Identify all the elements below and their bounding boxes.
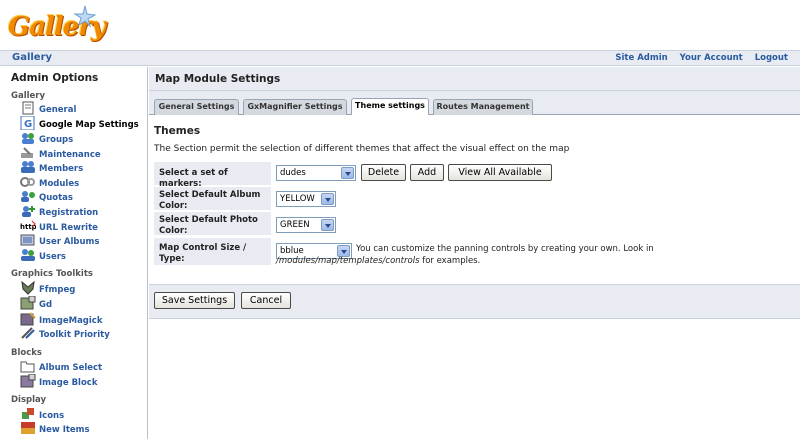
sidebar-item-label: Modules bbox=[39, 179, 80, 189]
user-albums-icon bbox=[20, 234, 35, 246]
tab-gxmagnifier-settings[interactable]: GxMagnifier Settings bbox=[243, 99, 347, 115]
gd-icon bbox=[20, 296, 36, 310]
main-header: Map Module Settings bbox=[149, 67, 800, 91]
general-icon bbox=[22, 101, 34, 115]
tab-routes-management[interactable]: Routes Management bbox=[433, 99, 533, 115]
control-size-hint-line2: /modules/map/templates/controls for exam… bbox=[276, 255, 480, 267]
photo-color-select-value: GREEN bbox=[280, 220, 310, 230]
markers-select[interactable]: dudes bbox=[276, 165, 356, 181]
album-color-select[interactable]: YELLOW bbox=[276, 191, 336, 207]
section-title: Themes bbox=[154, 125, 201, 137]
registration-icon bbox=[22, 206, 35, 217]
main-content: Map Module Settings General Settings GxM… bbox=[149, 67, 800, 439]
tab-bar: General Settings GxMagnifier Settings Th… bbox=[149, 91, 800, 115]
photo-color-row: Select Default Photo Color: GREEN bbox=[154, 212, 794, 236]
sidebar-item-label: Album Select bbox=[39, 363, 103, 373]
sidebar-item-label: ImageMagick bbox=[39, 316, 103, 326]
album-color-label: Select Default Album Color: bbox=[154, 187, 271, 211]
markers-select-value: dudes bbox=[280, 168, 306, 178]
user-links: Site Admin Your Account Logout bbox=[606, 53, 788, 63]
album-select-icon bbox=[20, 361, 35, 373]
quotas-icon bbox=[21, 191, 35, 202]
sidebar-item-label: Toolkit Priority bbox=[39, 330, 110, 340]
sidebar-title: Admin Options bbox=[11, 72, 99, 84]
control-size-label: Map Control Size / Type: bbox=[154, 238, 271, 265]
svg-text:G: G bbox=[24, 119, 32, 130]
sidebar-group-blocks: Blocks bbox=[11, 348, 42, 358]
sidebar-item-label: New Items bbox=[39, 425, 90, 435]
cancel-button[interactable]: Cancel bbox=[241, 292, 291, 309]
sidebar-item-label: General bbox=[39, 105, 77, 115]
sidebar-item-label: Ffmpeg bbox=[39, 285, 76, 295]
sidebar-item-label: URL Rewrite bbox=[39, 223, 98, 233]
modules-icon bbox=[20, 177, 35, 187]
logo-sparkle-icon bbox=[73, 5, 97, 28]
control-size-hint-text: You can customize the panning controls b… bbox=[356, 244, 654, 254]
sidebar: Admin Options Gallery General G Google M… bbox=[0, 67, 148, 439]
sidebar-item-label: Users bbox=[39, 252, 66, 262]
controls-path: /modules/map/templates/controls bbox=[276, 256, 420, 266]
photo-color-label: Select Default Photo Color: bbox=[154, 212, 271, 236]
maintenance-icon bbox=[21, 147, 33, 158]
members-icon bbox=[21, 161, 35, 173]
sidebar-item-label: Icons bbox=[39, 411, 65, 421]
header-bar: Gallery bbox=[0, 0, 800, 50]
tab-theme-settings[interactable]: Theme settings bbox=[351, 98, 429, 115]
chevron-down-icon bbox=[321, 219, 334, 231]
your-account-link[interactable]: Your Account bbox=[680, 53, 743, 63]
add-button[interactable]: Add bbox=[410, 164, 444, 181]
gallery-logo[interactable]: Gallery bbox=[8, 5, 106, 46]
google-map-icon: G bbox=[20, 116, 35, 130]
sidebar-item-label: Gd bbox=[39, 300, 53, 310]
new-items-icon bbox=[21, 422, 35, 434]
view-all-available-button[interactable]: View All Available bbox=[448, 164, 552, 181]
site-admin-link[interactable]: Site Admin bbox=[615, 53, 667, 63]
users-icon bbox=[21, 249, 35, 261]
save-settings-button[interactable]: Save Settings bbox=[154, 292, 235, 309]
chevron-down-icon bbox=[321, 193, 334, 205]
sidebar-item-label: Members bbox=[39, 164, 84, 174]
markers-row: Select a set of markers: dudes Delete Ad… bbox=[154, 162, 794, 189]
photo-color-select[interactable]: GREEN bbox=[276, 217, 336, 233]
top-nav-bar: Gallery Site Admin Your Account Logout bbox=[0, 50, 800, 66]
sidebar-group-gallery: Gallery bbox=[11, 91, 46, 101]
sidebar-item-label: Groups bbox=[39, 135, 74, 145]
section-description: The Section permit the selection of diff… bbox=[154, 144, 570, 154]
page-title: Map Module Settings bbox=[155, 73, 281, 85]
form-actions: Save Settings Cancel bbox=[149, 285, 800, 319]
icons-icon bbox=[22, 408, 34, 419]
ffmpeg-icon bbox=[21, 281, 35, 295]
url-rewrite-icon: http bbox=[20, 220, 36, 231]
groups-icon bbox=[22, 133, 34, 144]
breadcrumb[interactable]: Gallery bbox=[12, 52, 52, 63]
sidebar-item-label: Registration bbox=[39, 208, 99, 218]
sidebar-group-graphics-toolkits: Graphics Toolkits bbox=[11, 269, 93, 279]
album-color-row: Select Default Album Color: YELLOW bbox=[154, 187, 794, 211]
tab-general-settings[interactable]: General Settings bbox=[154, 99, 239, 115]
sidebar-group-display: Display bbox=[11, 395, 47, 405]
logout-link[interactable]: Logout bbox=[755, 53, 788, 63]
control-size-hint: You can customize the panning controls b… bbox=[356, 243, 786, 255]
sidebar-item-label: Maintenance bbox=[39, 150, 101, 160]
markers-label: Select a set of markers: bbox=[154, 162, 271, 189]
imagemagick-icon bbox=[20, 312, 36, 326]
delete-button[interactable]: Delete bbox=[361, 164, 406, 181]
sidebar-item-label: Quotas bbox=[39, 193, 73, 203]
sidebar-item-label: Image Block bbox=[39, 378, 98, 388]
sidebar-item-label: User Albums bbox=[39, 237, 100, 247]
image-block-icon bbox=[20, 374, 36, 388]
album-color-select-value: YELLOW bbox=[280, 194, 315, 204]
control-size-hint-tail: for examples. bbox=[422, 256, 481, 266]
sidebar-item-label: Google Map Settings bbox=[39, 120, 139, 130]
chevron-down-icon bbox=[341, 167, 354, 179]
toolkit-priority-icon bbox=[21, 327, 35, 339]
svg-text:http: http bbox=[20, 223, 36, 231]
control-size-row: Map Control Size / Type: bblue You can c… bbox=[154, 238, 794, 267]
